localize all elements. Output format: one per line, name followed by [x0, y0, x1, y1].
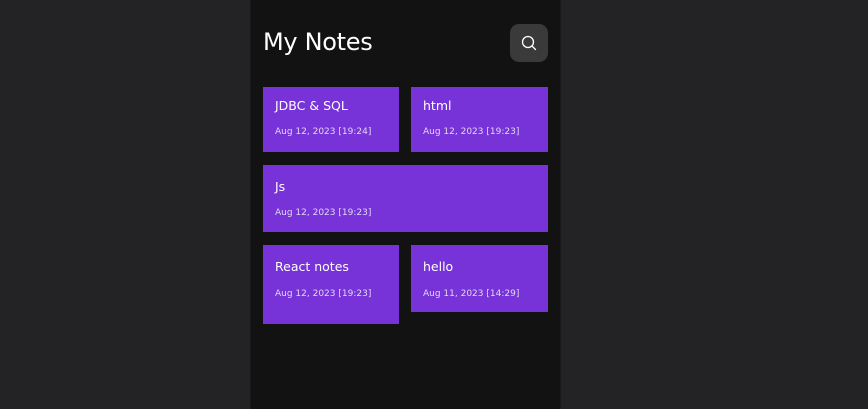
note-title: Js	[275, 179, 286, 194]
note-date: Aug 11, 2023 [14:29]	[423, 289, 520, 299]
note-card[interactable]: html Aug 12, 2023 [19:23]	[411, 87, 548, 152]
page-title: My Notes	[263, 28, 373, 56]
note-card[interactable]: React notes Aug 12, 2023 [19:23]	[263, 245, 399, 324]
search-icon	[521, 35, 537, 51]
note-title: hello	[423, 259, 454, 274]
note-card[interactable]: Js Aug 12, 2023 [19:23]	[263, 165, 548, 232]
note-date: Aug 12, 2023 [19:24]	[275, 127, 372, 137]
note-card[interactable]: hello Aug 11, 2023 [14:29]	[411, 245, 548, 312]
note-title: html	[423, 98, 452, 113]
notes-app: My Notes JDBC & SQL Aug 12, 2023 [19:24]…	[251, 0, 560, 409]
search-button[interactable]	[510, 24, 548, 62]
note-title: JDBC & SQL	[275, 98, 348, 113]
note-title: React notes	[275, 259, 349, 274]
note-date: Aug 12, 2023 [19:23]	[423, 127, 520, 137]
note-date: Aug 12, 2023 [19:23]	[275, 289, 372, 299]
note-date: Aug 12, 2023 [19:23]	[275, 208, 372, 218]
note-card[interactable]: JDBC & SQL Aug 12, 2023 [19:24]	[263, 87, 399, 152]
